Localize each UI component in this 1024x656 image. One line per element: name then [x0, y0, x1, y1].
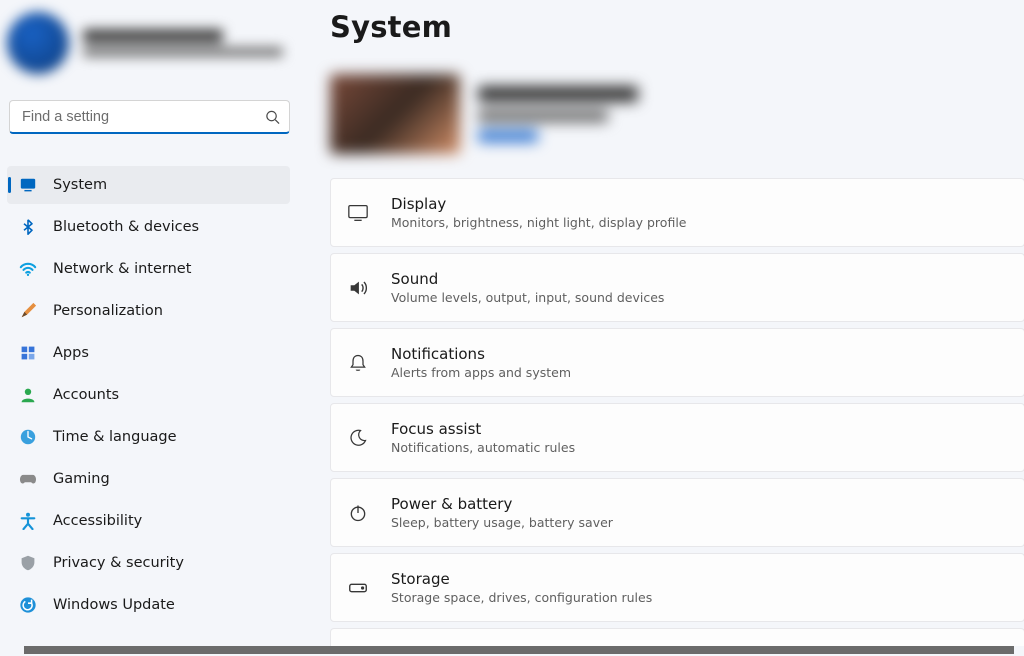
account-name-placeholder — [83, 29, 223, 43]
card-sound[interactable]: Sound Volume levels, output, input, soun… — [330, 253, 1024, 322]
sidebar-item-network[interactable]: Network & internet — [7, 250, 290, 288]
device-rename-link-placeholder — [478, 130, 538, 142]
card-subtitle: Sleep, battery usage, battery saver — [391, 515, 613, 530]
sound-icon — [347, 277, 369, 299]
card-subtitle: Alerts from apps and system — [391, 365, 571, 380]
bluetooth-icon — [19, 218, 37, 236]
sidebar-item-bluetooth[interactable]: Bluetooth & devices — [7, 208, 290, 246]
horizontal-scrollbar[interactable] — [24, 646, 1014, 654]
sidebar-item-label: Apps — [53, 345, 89, 361]
accessibility-icon — [19, 512, 37, 530]
card-title: Display — [391, 195, 686, 213]
sidebar-item-system[interactable]: System — [7, 166, 290, 204]
sidebar-item-label: Windows Update — [53, 597, 175, 613]
sidebar-item-label: Accounts — [53, 387, 119, 403]
device-thumbnail — [330, 74, 460, 154]
nav-list: System Bluetooth & devices Network & int… — [7, 166, 300, 628]
search-icon — [265, 110, 280, 125]
card-title: Power & battery — [391, 495, 613, 513]
card-storage[interactable]: Storage Storage space, drives, configura… — [330, 553, 1024, 622]
card-title: Storage — [391, 570, 652, 588]
settings-card-list: Display Monitors, brightness, night ligh… — [330, 178, 1024, 646]
wifi-icon — [19, 260, 37, 278]
sidebar-item-label: Privacy & security — [53, 555, 184, 571]
sidebar-item-update[interactable]: Windows Update — [7, 586, 290, 624]
bell-icon — [347, 352, 369, 374]
device-summary[interactable] — [330, 74, 1024, 154]
sidebar-item-time[interactable]: Time & language — [7, 418, 290, 456]
card-focus-assist[interactable]: Focus assist Notifications, automatic ru… — [330, 403, 1024, 472]
card-next-peek[interactable] — [330, 628, 1024, 646]
sidebar-item-privacy[interactable]: Privacy & security — [7, 544, 290, 582]
sidebar-item-label: Gaming — [53, 471, 110, 487]
avatar — [7, 12, 69, 74]
power-icon — [347, 502, 369, 524]
page-title: System — [330, 10, 1024, 44]
clock-globe-icon — [19, 428, 37, 446]
search-input[interactable] — [9, 100, 290, 134]
card-subtitle: Notifications, automatic rules — [391, 440, 575, 455]
sidebar-item-label: Personalization — [53, 303, 163, 319]
person-icon — [19, 386, 37, 404]
card-notifications[interactable]: Notifications Alerts from apps and syste… — [330, 328, 1024, 397]
update-icon — [19, 596, 37, 614]
sidebar-item-accounts[interactable]: Accounts — [7, 376, 290, 414]
sidebar-item-label: Time & language — [53, 429, 177, 445]
card-subtitle: Storage space, drives, configuration rul… — [391, 590, 652, 605]
sidebar-item-apps[interactable]: Apps — [7, 334, 290, 372]
card-power[interactable]: Power & battery Sleep, battery usage, ba… — [330, 478, 1024, 547]
card-subtitle: Monitors, brightness, night light, displ… — [391, 215, 686, 230]
sidebar-item-label: Network & internet — [53, 261, 191, 277]
sidebar-item-gaming[interactable]: Gaming — [7, 460, 290, 498]
sidebar-item-label: Accessibility — [53, 513, 142, 529]
sidebar-item-personalization[interactable]: Personalization — [7, 292, 290, 330]
card-display[interactable]: Display Monitors, brightness, night ligh… — [330, 178, 1024, 247]
search-wrap — [9, 100, 290, 134]
display-icon — [347, 202, 369, 224]
device-name-placeholder — [478, 86, 638, 102]
card-title: Sound — [391, 270, 664, 288]
paintbrush-icon — [19, 302, 37, 320]
card-title: Focus assist — [391, 420, 575, 438]
card-title: Notifications — [391, 345, 571, 363]
card-subtitle: Volume levels, output, input, sound devi… — [391, 290, 664, 305]
moon-icon — [347, 427, 369, 449]
gamepad-icon — [19, 470, 37, 488]
shield-icon — [19, 554, 37, 572]
sidebar: System Bluetooth & devices Network & int… — [0, 0, 300, 656]
account-header[interactable] — [7, 6, 300, 90]
sidebar-item-label: System — [53, 177, 107, 193]
apps-icon — [19, 344, 37, 362]
main-panel: System Display Monitors, brightness, nig… — [300, 0, 1024, 656]
sidebar-item-accessibility[interactable]: Accessibility — [7, 502, 290, 540]
device-model-placeholder — [478, 110, 608, 122]
account-email-placeholder — [83, 47, 283, 57]
storage-icon — [347, 577, 369, 599]
sidebar-item-label: Bluetooth & devices — [53, 219, 199, 235]
system-icon — [19, 176, 37, 194]
